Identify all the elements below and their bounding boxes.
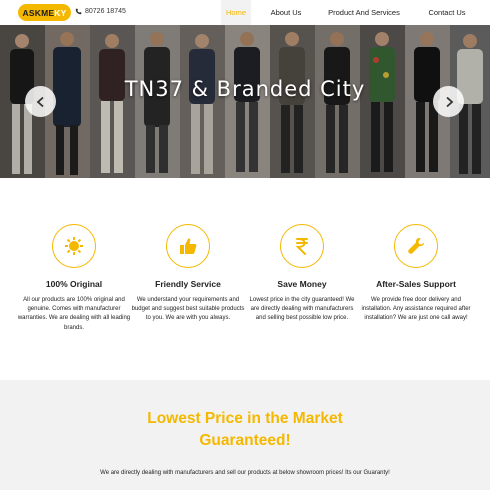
- feature-icon-circle: [280, 224, 324, 268]
- nav-product-and-services[interactable]: Product And Services: [321, 0, 407, 25]
- lowest-price-title-line2: Guaranteed!: [199, 432, 291, 449]
- feature-description: All our products are 100% original and g…: [17, 297, 131, 331]
- hero-slider: TN37 & Branded City: [0, 25, 490, 178]
- feature-icon-circle: [52, 224, 96, 268]
- feature-after-sales-support: After-Sales Support We provide free door…: [359, 224, 473, 324]
- slider-prev-button[interactable]: [25, 86, 56, 117]
- logo[interactable]: ASKME KY: [18, 4, 71, 21]
- phone-icon: [75, 8, 82, 15]
- lowest-price-section: Lowest Price in the Market Guaranteed! W…: [0, 380, 490, 490]
- nav-about-us[interactable]: About Us: [265, 0, 307, 25]
- chevron-right-icon: [445, 96, 453, 107]
- feature-description: Lowest price in the city guaranteed! We …: [249, 297, 355, 322]
- feature-icon-circle: [166, 224, 210, 268]
- lowest-price-text: We are directly dealing with manufacture…: [100, 470, 390, 476]
- feature-icon-circle: [394, 224, 438, 268]
- slider-next-button[interactable]: [433, 86, 464, 117]
- phone-number: 80726 18745: [85, 8, 126, 15]
- feature-original: 100% Original All our products are 100% …: [17, 224, 131, 333]
- phone-contact[interactable]: 80726 18745: [75, 8, 126, 15]
- lowest-price-title: Lowest Price in the Market Guaranteed!: [0, 408, 490, 452]
- logo-text-main: ASKME: [22, 7, 55, 18]
- site-header: ASKME KY 80726 18745 Home About Us Produc…: [0, 0, 490, 25]
- chevron-left-icon: [36, 96, 44, 107]
- thumbs-up-icon: [180, 238, 197, 254]
- feature-title: 100% Original: [45, 279, 103, 289]
- hero-title: TN37 & Branded City: [124, 77, 366, 101]
- feature-save-money: Save Money Lowest price in the city guar…: [245, 224, 359, 324]
- sun-icon: [65, 237, 83, 255]
- feature-title: Save Money: [277, 279, 327, 289]
- feature-description: We provide free door delivery and instal…: [361, 297, 471, 322]
- feature-title: Friendly Service: [155, 279, 221, 289]
- hero-fashion-image: [0, 25, 490, 178]
- rupee-icon: [295, 238, 308, 255]
- feature-friendly-service: Friendly Service We understand your requ…: [131, 224, 245, 324]
- features-section: 100% Original All our products are 100% …: [0, 178, 490, 380]
- feature-title: After-Sales Support: [376, 279, 456, 289]
- nav-contact-us[interactable]: Contact Us: [421, 0, 473, 25]
- feature-description: We understand your requirements and budg…: [131, 297, 245, 322]
- logo-text-accent: KY: [54, 7, 67, 18]
- wrench-icon: [408, 238, 424, 254]
- nav-home[interactable]: Home: [221, 0, 251, 25]
- lowest-price-title-line1: Lowest Price in the Market: [147, 410, 343, 427]
